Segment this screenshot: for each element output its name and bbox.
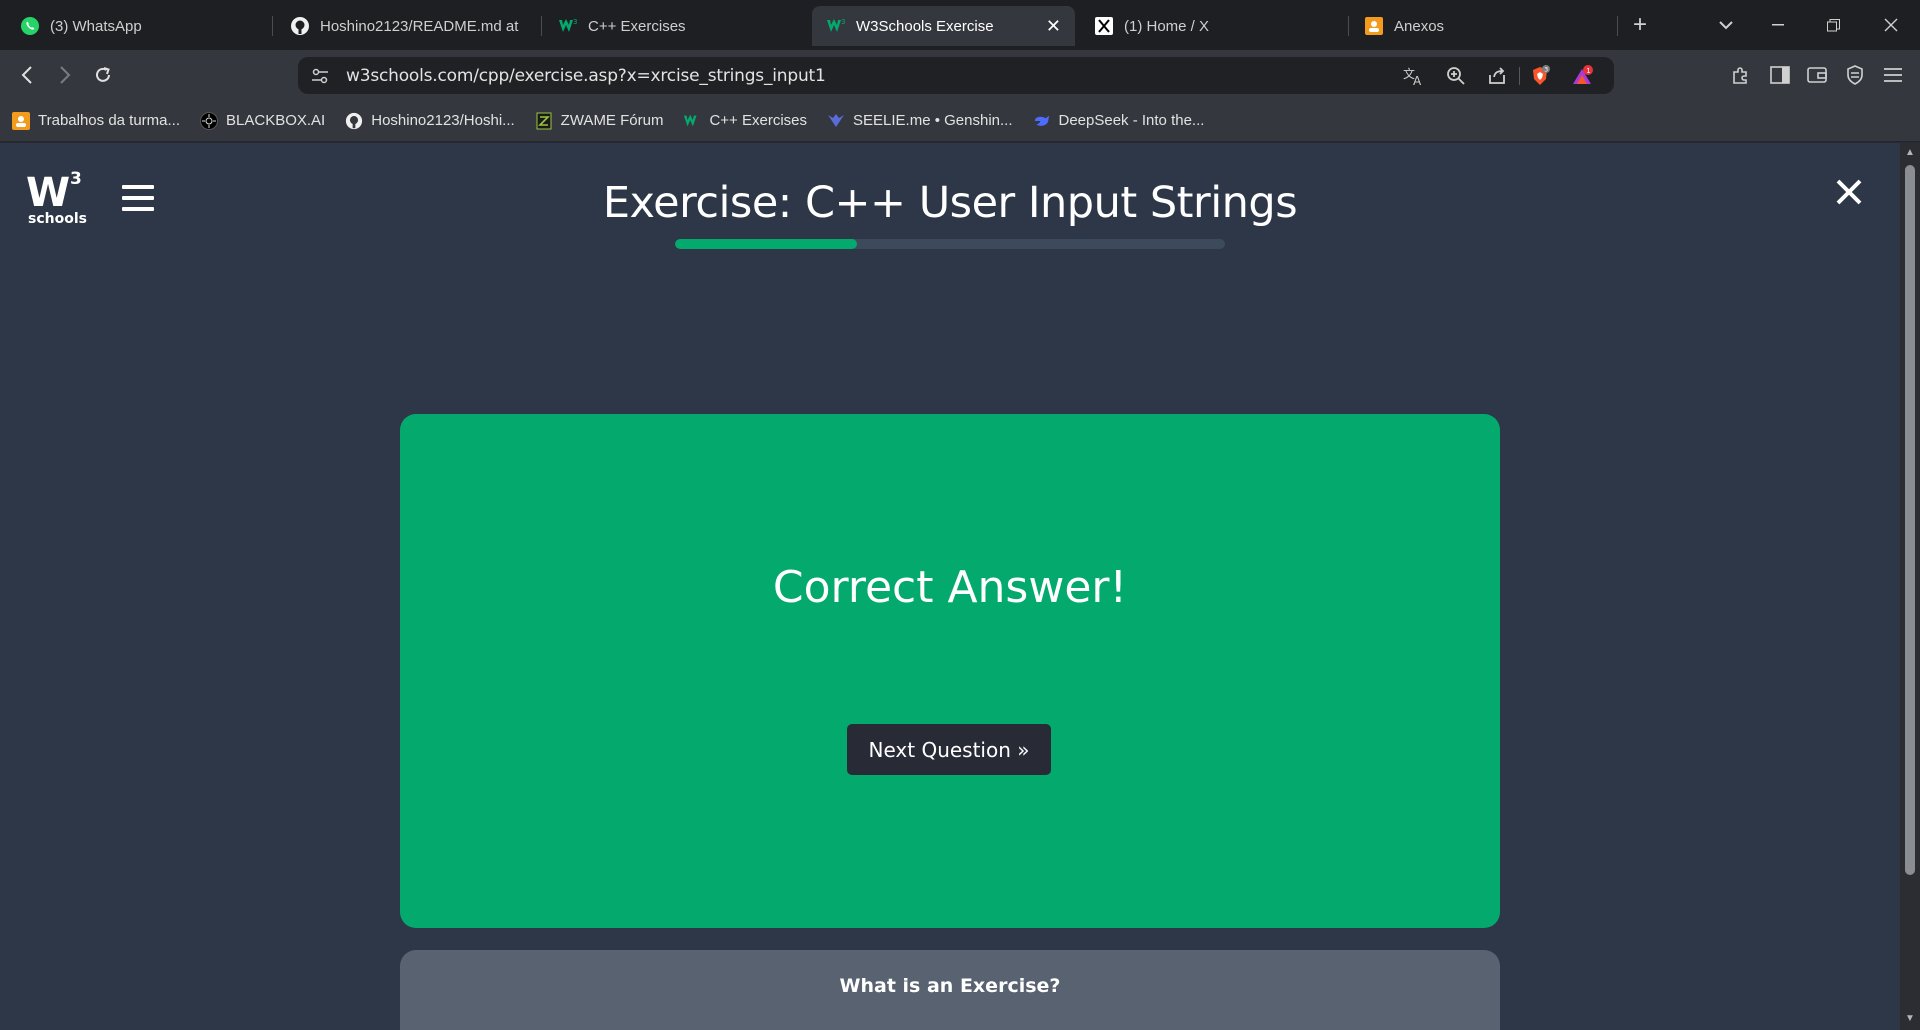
correct-answer-card: Correct Answer! Next Question » (400, 414, 1500, 928)
reload-button[interactable] (88, 60, 118, 90)
seelie-icon (827, 112, 845, 130)
bookmark-label: BLACKBOX.AI (226, 112, 326, 129)
x-icon (1094, 16, 1114, 36)
tab-title: (3) WhatsApp (50, 17, 142, 35)
bookmark-label: C++ Exercises (709, 112, 807, 129)
brave-rewards-count: 1 (1586, 67, 1590, 75)
back-button[interactable] (12, 60, 42, 90)
forward-button[interactable] (50, 60, 80, 90)
svg-text:3: 3 (841, 18, 845, 26)
bookmark-label: Hoshino2123/Hoshi... (371, 112, 515, 129)
info-text-clipped (595, 1022, 1305, 1030)
tab-cpp-exercises[interactable]: 3 C++ Exercises (544, 6, 806, 46)
classroom-icon (1364, 16, 1384, 36)
bookmark-cpp-exercises[interactable]: C++ Exercises (683, 112, 807, 130)
brave-rewards-icon[interactable]: 1 (1570, 64, 1594, 88)
tab-title: Hoshino2123/README.md at m (320, 17, 520, 35)
bookmark-seelie[interactable]: SEELIE.me • Genshin... (827, 112, 1013, 130)
wallet-icon[interactable] (1804, 62, 1830, 88)
blackbox-icon (200, 111, 219, 130)
tab-github-readme[interactable]: Hoshino2123/README.md at m (276, 6, 538, 46)
url-text: w3schools.com/cpp/exercise.asp?x=xrcise_… (346, 65, 826, 86)
result-message: Correct Answer! (772, 562, 1128, 613)
tab-anexos[interactable]: Anexos (1350, 6, 1612, 46)
bookmark-trabalhos[interactable]: Trabalhos da turma... (12, 111, 181, 130)
site-settings-icon[interactable] (308, 64, 332, 88)
bookmark-zwame[interactable]: ZWAME Fórum (535, 112, 664, 130)
new-tab-button[interactable]: + (1622, 0, 1658, 50)
zoom-icon[interactable] (1444, 64, 1468, 88)
browser-toolbar: w3schools.com/cpp/exercise.asp?x=xrcise_… (0, 50, 1920, 100)
w3schools-icon (683, 112, 701, 130)
restore-button[interactable] (1810, 0, 1856, 50)
bookmark-label: ZWAME Fórum (560, 112, 664, 129)
svg-text:A: A (1413, 74, 1422, 86)
close-exercise-icon[interactable] (1830, 173, 1868, 211)
exercise-page: W 3 schools Exercise: C++ User Input Str… (0, 143, 1900, 1030)
tab-title: Anexos (1394, 17, 1445, 35)
sidebar-icon[interactable] (1767, 62, 1793, 88)
bookmark-label: DeepSeek - Into the... (1058, 112, 1205, 129)
bookmark-github[interactable]: Hoshino2123/Hoshi... (345, 112, 515, 130)
bookmarks-bar: Trabalhos da turma... BLACKBOX.AI Hoshin… (0, 100, 1920, 142)
progress-fill (675, 239, 857, 249)
brave-shields-count: 3 (1544, 67, 1548, 74)
bookmark-deepseek[interactable]: DeepSeek - Into the... (1033, 112, 1205, 130)
svg-text:3: 3 (573, 18, 577, 26)
info-heading: What is an Exercise? (839, 975, 1061, 997)
tab-whatsapp[interactable]: (3) WhatsApp (6, 6, 268, 46)
scroll-up-icon[interactable]: ▲ (1904, 147, 1916, 159)
exercise-title: Exercise: C++ User Input Strings (602, 178, 1298, 228)
tab-separator (541, 16, 542, 36)
bookmark-label: Trabalhos da turma... (38, 112, 181, 129)
tab-separator (1617, 16, 1618, 36)
close-tab-icon[interactable]: ✕ (1034, 16, 1061, 37)
github-icon (345, 112, 363, 130)
deepseek-icon (1033, 112, 1051, 130)
page-scrollbar[interactable]: ▲ ▼ (1900, 143, 1920, 1030)
tab-title: W3Schools Exercise (856, 17, 994, 35)
translate-icon[interactable]: 文A (1402, 64, 1426, 88)
tab-bar: (3) WhatsApp Hoshino2123/README.md at m … (0, 0, 1920, 50)
exercise-progress-bar (675, 239, 1225, 249)
tab-w3schools-exercise[interactable]: 3 W3Schools Exercise ✕ (812, 6, 1075, 46)
scroll-down-icon[interactable]: ▼ (1904, 1013, 1916, 1025)
menu-icon[interactable] (1880, 62, 1906, 88)
next-question-button[interactable]: Next Question » (847, 724, 1051, 775)
minimize-button[interactable] (1755, 0, 1801, 50)
github-icon (290, 16, 310, 36)
address-bar[interactable]: w3schools.com/cpp/exercise.asp?x=xrcise_… (298, 57, 1614, 94)
share-icon[interactable] (1485, 64, 1509, 88)
brave-shields-icon[interactable]: 3 (1528, 64, 1552, 88)
omnibox-divider (1519, 67, 1520, 85)
w3schools-icon: 3 (558, 16, 578, 36)
zwame-icon (535, 112, 553, 130)
what-is-exercise-card: What is an Exercise? (400, 950, 1500, 1030)
tab-separator (272, 16, 273, 36)
tab-search-chevron-icon[interactable] (1708, 0, 1744, 50)
bookmark-label: SEELIE.me • Genshin... (853, 112, 1013, 129)
bookmark-blackbox[interactable]: BLACKBOX.AI (200, 111, 326, 130)
w3schools-icon: 3 (826, 16, 846, 36)
tab-separator (1348, 16, 1349, 36)
scroll-thumb[interactable] (1905, 165, 1915, 875)
classroom-icon (12, 111, 30, 130)
tab-title: (1) Home / X (1124, 17, 1210, 35)
extensions-icon[interactable] (1728, 62, 1754, 88)
vpn-shield-icon[interactable] (1842, 62, 1868, 88)
whatsapp-icon (20, 16, 40, 36)
tab-title: C++ Exercises (588, 17, 686, 35)
tab-x-home[interactable]: (1) Home / X (1080, 6, 1342, 46)
close-window-button[interactable] (1868, 0, 1914, 50)
